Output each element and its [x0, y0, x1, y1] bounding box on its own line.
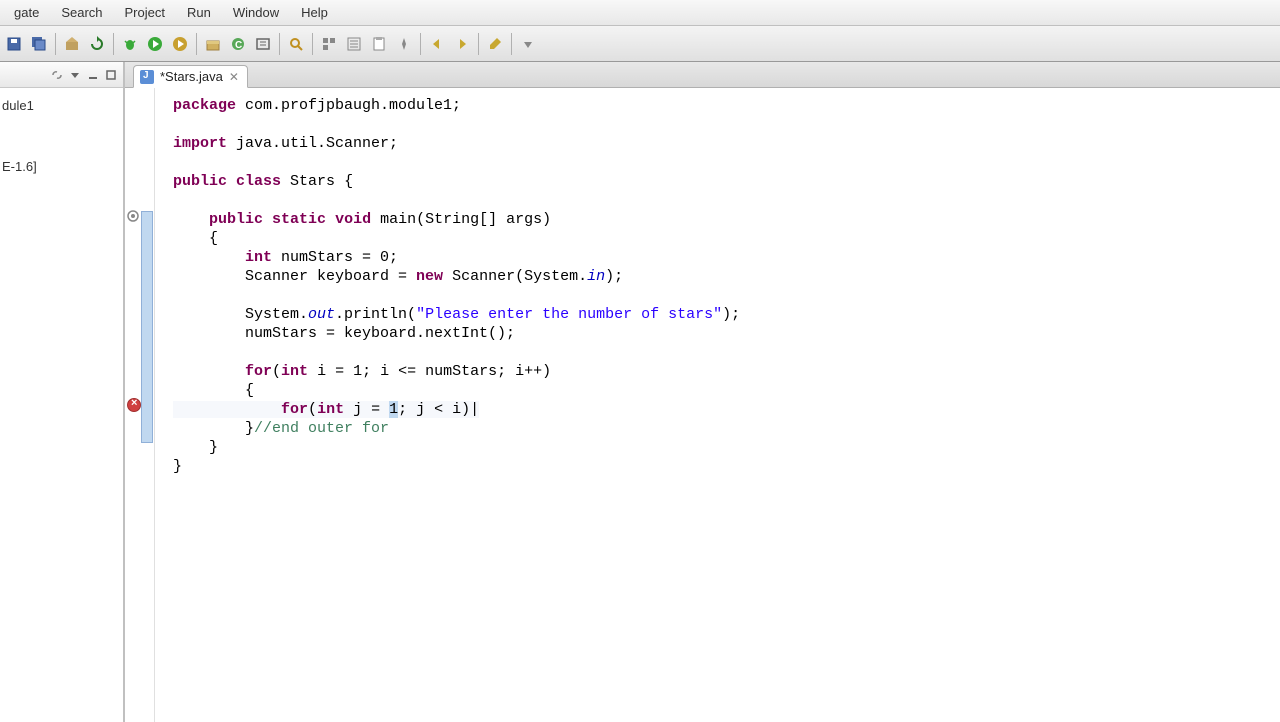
- separator: [312, 33, 313, 55]
- fold-region[interactable]: [141, 211, 153, 443]
- package-explorer[interactable]: dule1 E-1.6]: [0, 62, 125, 722]
- separator: [420, 33, 421, 55]
- menu-navigate[interactable]: gate: [4, 2, 49, 23]
- pin-icon[interactable]: [392, 32, 416, 56]
- open-type-icon[interactable]: [251, 32, 275, 56]
- back-icon[interactable]: [425, 32, 449, 56]
- maximize-icon[interactable]: [103, 67, 119, 83]
- last-edit-icon[interactable]: [483, 32, 507, 56]
- svg-text:C: C: [235, 40, 242, 51]
- separator: [478, 33, 479, 55]
- outline-icon[interactable]: [342, 32, 366, 56]
- forward-icon[interactable]: [450, 32, 474, 56]
- toolbar: C: [0, 26, 1280, 62]
- menu-search[interactable]: Search: [51, 2, 112, 23]
- tree-item-jre[interactable]: E-1.6]: [2, 155, 121, 178]
- task-icon[interactable]: [367, 32, 391, 56]
- link-editor-icon[interactable]: [49, 67, 65, 83]
- new-package-icon[interactable]: [201, 32, 225, 56]
- workspace: dule1 E-1.6] *Stars.java ✕ package com.p…: [0, 62, 1280, 722]
- run-last-icon[interactable]: [168, 32, 192, 56]
- code-area[interactable]: package com.profjpbaugh.module1; import …: [125, 88, 1280, 722]
- save-all-icon[interactable]: [27, 32, 51, 56]
- tab-stars-java[interactable]: *Stars.java ✕: [133, 65, 248, 88]
- gutter[interactable]: [125, 88, 155, 722]
- error-marker-icon[interactable]: [127, 398, 141, 412]
- code-text[interactable]: package com.profjpbaugh.module1; import …: [155, 88, 740, 722]
- separator: [511, 33, 512, 55]
- debug-icon[interactable]: [118, 32, 142, 56]
- view-toolbar: [0, 62, 123, 88]
- override-marker-icon[interactable]: [127, 210, 139, 222]
- tab-title: *Stars.java: [160, 69, 223, 84]
- editor: *Stars.java ✕ package com.profjpbaugh.mo…: [125, 62, 1280, 722]
- tree-item-module[interactable]: dule1: [2, 94, 121, 117]
- separator: [196, 33, 197, 55]
- menu-window[interactable]: Window: [223, 2, 289, 23]
- build-icon[interactable]: [60, 32, 84, 56]
- toggle-breadcrumb-icon[interactable]: [317, 32, 341, 56]
- separator: [55, 33, 56, 55]
- separator: [279, 33, 280, 55]
- java-file-icon: [140, 70, 154, 84]
- editor-tabs: *Stars.java ✕: [125, 62, 1280, 88]
- menu-bar: gate Search Project Run Window Help: [0, 0, 1280, 26]
- tree[interactable]: dule1 E-1.6]: [0, 88, 123, 184]
- next-annotation-icon[interactable]: [516, 32, 540, 56]
- menu-project[interactable]: Project: [115, 2, 175, 23]
- view-menu-icon[interactable]: [67, 67, 83, 83]
- run-icon[interactable]: [143, 32, 167, 56]
- save-icon[interactable]: [2, 32, 26, 56]
- search-icon[interactable]: [284, 32, 308, 56]
- menu-run[interactable]: Run: [177, 2, 221, 23]
- separator: [113, 33, 114, 55]
- close-tab-icon[interactable]: ✕: [229, 70, 239, 84]
- menu-help[interactable]: Help: [291, 2, 338, 23]
- minimize-icon[interactable]: [85, 67, 101, 83]
- refresh-icon[interactable]: [85, 32, 109, 56]
- new-class-icon[interactable]: C: [226, 32, 250, 56]
